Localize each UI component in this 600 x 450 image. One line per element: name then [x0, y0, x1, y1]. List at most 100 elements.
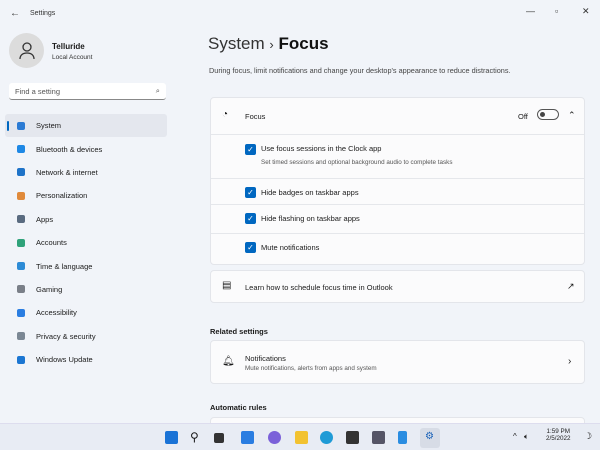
- store-icon[interactable]: [346, 431, 359, 444]
- avatar[interactable]: [9, 33, 44, 68]
- option-label: Hide badges on taskbar apps: [261, 188, 359, 197]
- focus-option: ✓ Mute notifications: [211, 233, 584, 263]
- notepad-icon[interactable]: [398, 431, 407, 444]
- user-name: Telluride: [52, 42, 85, 51]
- back-arrow-icon[interactable]: ←: [10, 8, 20, 19]
- sidebar-item-label: Privacy & security: [36, 331, 96, 341]
- person-icon: [18, 41, 35, 59]
- option-sub: Set timed sessions and optional backgrou…: [261, 159, 453, 166]
- sidebar-item-accounts[interactable]: Accounts: [5, 231, 167, 254]
- focus-card: ◔ Focus Off ⌃ ✓ Use focus sessions in the…: [210, 97, 585, 265]
- minimize-icon[interactable]: —: [526, 6, 535, 16]
- time: 1:59 PM: [546, 428, 570, 435]
- task-view-icon[interactable]: [214, 433, 224, 443]
- brush-icon: [17, 191, 25, 200]
- sidebar-item-label: Network & internet: [36, 167, 98, 177]
- apps-icon: [17, 215, 25, 224]
- breadcrumb: System › Focus: [208, 34, 329, 54]
- sidebar-item-label: Bluetooth & devices: [36, 144, 103, 154]
- remote-desktop-icon[interactable]: [372, 431, 385, 444]
- focus-option: ✓ Hide badges on taskbar apps: [211, 178, 584, 204]
- option-label: Use focus sessions in the Clock app: [261, 144, 382, 153]
- taskbar: ⚲ ⚙ ^ 🔈︎ 1:59 PM 2/5/2022 ☽: [0, 423, 600, 450]
- gear-icon: ⚙: [425, 431, 434, 442]
- sidebar-item-gaming[interactable]: Gaming: [5, 278, 167, 301]
- date: 2/5/2022: [546, 435, 571, 442]
- shield-icon: [17, 332, 25, 341]
- focus-icon: ◔: [222, 109, 229, 120]
- chat-icon[interactable]: [268, 431, 281, 444]
- clock[interactable]: 1:59 PM 2/5/2022: [546, 428, 571, 442]
- related-settings-heading: Related settings: [210, 327, 268, 336]
- bell-icon: 🔔︎: [222, 356, 235, 367]
- search-icon[interactable]: ⚲: [190, 431, 203, 444]
- sidebar-item-apps[interactable]: Apps: [5, 208, 167, 231]
- start-icon[interactable]: [165, 431, 178, 444]
- search-icon: ⌕: [155, 86, 160, 95]
- sidebar-item-label: Personalization: [36, 191, 88, 201]
- sidebar-item-windows-update[interactable]: Windows Update: [5, 348, 167, 371]
- person-icon: [17, 238, 25, 247]
- accessibility-icon: [17, 308, 25, 317]
- sidebar-item-label: Accessibility: [36, 308, 77, 318]
- external-link-icon: ↗: [567, 281, 575, 291]
- focus-state: Off: [518, 112, 528, 121]
- focus-option: ✓ Hide flashing on taskbar apps: [211, 204, 584, 233]
- account-type: Local Account: [52, 54, 93, 61]
- tray-chevron-icon[interactable]: ^: [513, 432, 517, 441]
- sidebar-item-label: Time & language: [36, 261, 93, 271]
- checkbox[interactable]: ✓: [245, 187, 256, 198]
- search-placeholder: Find a setting: [15, 87, 61, 96]
- breadcrumb-parent[interactable]: System: [208, 34, 265, 53]
- app-title: Settings: [30, 10, 56, 17]
- sidebar-item-time-language[interactable]: Time & language: [5, 254, 167, 277]
- focus-moon-icon[interactable]: ☽: [584, 431, 592, 442]
- calendar-icon: ▤: [222, 280, 232, 291]
- outlook-link-card[interactable]: ▤ Learn how to schedule focus time in Ou…: [210, 270, 585, 303]
- sidebar-item-network-internet[interactable]: Network & internet: [5, 161, 167, 184]
- focus-toggle[interactable]: [537, 109, 559, 120]
- maximize-icon[interactable]: ▫: [555, 6, 558, 16]
- controller-icon: [17, 285, 25, 294]
- globe-clock-icon: [17, 262, 25, 271]
- sidebar-item-personalization[interactable]: Personalization: [5, 184, 167, 207]
- file-explorer-icon[interactable]: [295, 431, 308, 444]
- checkbox[interactable]: ✓: [245, 144, 256, 155]
- edge-icon[interactable]: [320, 431, 333, 444]
- notifications-label: Notifications: [245, 354, 286, 363]
- page-description: During focus, limit notifications and ch…: [209, 66, 511, 75]
- sidebar-item-system[interactable]: System: [5, 114, 167, 138]
- title-bar: ← Settings — ▫ ✕: [0, 0, 600, 28]
- sidebar-item-label: Apps: [36, 214, 54, 224]
- sidebar-item-bluetooth-devices[interactable]: Bluetooth & devices: [5, 137, 167, 160]
- sidebar-item-label: Gaming: [36, 284, 63, 294]
- chevron-right-icon: ›: [568, 356, 572, 367]
- close-icon[interactable]: ✕: [582, 6, 590, 17]
- checkbox[interactable]: ✓: [245, 242, 256, 253]
- focus-label: Focus: [245, 112, 266, 121]
- sidebar-item-accessibility[interactable]: Accessibility: [5, 301, 167, 324]
- notifications-card[interactable]: 🔔︎ Notifications Mute notifications, ale…: [210, 340, 585, 384]
- notifications-sub: Mute notifications, alerts from apps and…: [245, 365, 377, 372]
- option-label: Mute notifications: [261, 243, 320, 252]
- outlook-link-label: Learn how to schedule focus time in Outl…: [245, 283, 393, 292]
- sidebar-item-label: Windows Update: [36, 355, 93, 365]
- focus-header[interactable]: ◔ Focus Off ⌃: [211, 98, 584, 134]
- widgets-icon[interactable]: [241, 431, 254, 444]
- checkbox[interactable]: ✓: [245, 213, 256, 224]
- wifi-icon: [17, 168, 25, 177]
- chevron-up-icon[interactable]: ⌃: [568, 110, 576, 121]
- sidebar-item-label: System: [36, 121, 62, 131]
- update-icon: [17, 355, 25, 364]
- sidebar-item-label: Accounts: [36, 238, 67, 248]
- volume-icon[interactable]: 🔈︎: [524, 432, 529, 442]
- search-input[interactable]: Find a setting ⌕: [9, 83, 166, 100]
- focus-option: ✓ Use focus sessions in the Clock app Set …: [211, 134, 584, 178]
- automatic-rules-heading: Automatic rules: [210, 403, 267, 412]
- sidebar-nav: System Bluetooth & devices Network & inter…: [5, 114, 167, 371]
- monitor-icon: [17, 121, 25, 130]
- settings-window: ← Settings — ▫ ✕ Telluride Local Account…: [0, 0, 600, 423]
- settings-taskbar-icon[interactable]: ⚙: [420, 428, 440, 448]
- sidebar-item-privacy-security[interactable]: Privacy & security: [5, 325, 167, 348]
- breadcrumb-separator: ›: [269, 37, 274, 52]
